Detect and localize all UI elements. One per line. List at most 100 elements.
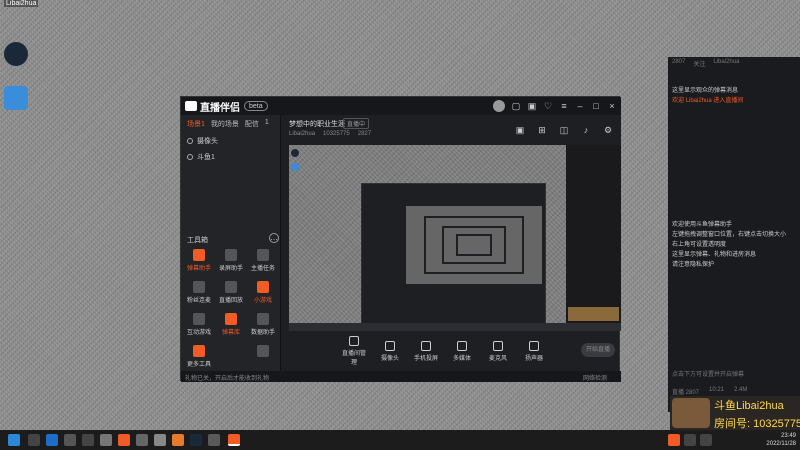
bell-icon[interactable]: ♪ <box>581 125 591 135</box>
tool-danmu[interactable]: 弹幕助手 <box>185 249 213 277</box>
game-icon <box>257 281 269 293</box>
tool-task[interactable]: 主播任务 <box>249 249 277 277</box>
control-label: 扬声器 <box>524 355 543 362</box>
user-avatar[interactable] <box>493 100 505 112</box>
scene-item[interactable]: 斗鱼1 <box>181 149 280 165</box>
tab-config[interactable]: 配信 <box>245 119 259 129</box>
tray-douyu-icon[interactable] <box>668 434 680 446</box>
app-icon[interactable] <box>208 434 220 446</box>
preview-steam-icon <box>291 149 299 157</box>
start-live-button[interactable]: 开始直播 <box>581 343 615 357</box>
app-logo-icon <box>185 101 197 111</box>
chat-message: 欢迎 Libai2hua 进入直播间 <box>672 98 744 104</box>
gift-icon[interactable]: ▣ <box>527 101 537 111</box>
tool-label: 小游戏 <box>253 298 272 304</box>
tool-data[interactable]: 数据助手 <box>249 313 277 341</box>
windows-start-icon[interactable] <box>8 434 20 446</box>
media-button[interactable]: 多媒体 <box>449 340 475 362</box>
microphone-icon <box>493 340 503 351</box>
menu-icon[interactable]: ≡ <box>559 101 569 111</box>
steam-taskbar-icon[interactable] <box>190 434 202 446</box>
visibility-icon[interactable] <box>187 138 193 144</box>
viewer-count: 2827 <box>357 131 372 137</box>
chat-viewers: 2807 <box>672 59 686 65</box>
danmu-icon <box>193 249 205 261</box>
tool-label: 直播回放 <box>218 298 243 304</box>
brand-name: 斗鱼Libai2hua <box>714 400 784 412</box>
tool-label: 更多工具 <box>186 362 211 368</box>
room-title[interactable]: 梦想中的职业生涯 <box>289 119 345 129</box>
tab-my-scenes[interactable]: 我的场景 <box>211 119 239 129</box>
minimize-icon[interactable]: – <box>575 101 585 111</box>
fish-avatar <box>672 398 710 428</box>
lock-icon[interactable]: ◫ <box>559 125 569 135</box>
nested-window-capture <box>361 183 546 325</box>
network-check[interactable]: 网络检测 <box>583 373 607 382</box>
control-label: 摄像头 <box>380 355 399 362</box>
chat-message: 左键拖拽调整窗口位置，右键点击切换大小 <box>672 232 787 238</box>
scene-item[interactable]: 摄像头 <box>181 133 280 149</box>
edge-icon[interactable] <box>46 434 58 446</box>
desktop-top-label: Libai2hua <box>4 0 39 7</box>
tray-icon[interactable] <box>684 434 696 446</box>
app-icon[interactable] <box>136 434 148 446</box>
capture-icon[interactable]: ▣ <box>515 125 525 135</box>
tool-more[interactable]: 更多工具 <box>185 345 213 373</box>
system-clock[interactable]: 23:49 2022/11/28 <box>766 432 796 448</box>
close-icon[interactable]: × <box>607 101 617 111</box>
store-icon[interactable] <box>64 434 76 446</box>
task-icon <box>257 249 269 261</box>
live-assistant-taskbar-icon[interactable] <box>228 434 240 446</box>
widgets-icon[interactable] <box>82 434 94 446</box>
phone-icon <box>421 340 431 351</box>
tool-label: 弹幕库 <box>221 330 240 336</box>
tool-label: 主播任务 <box>250 266 275 272</box>
bottom-controls: 直播间管理 摄像头 手机投屏 多媒体 麦克风 扬声器 开始直播 <box>281 331 621 371</box>
maximize-icon[interactable]: □ <box>591 101 601 111</box>
app-icon[interactable] <box>172 434 184 446</box>
camera-button[interactable]: 摄像头 <box>377 340 403 362</box>
settings-icon[interactable]: ⚙ <box>603 125 613 135</box>
tab-scene1[interactable]: 场景1 <box>187 119 205 129</box>
skin-icon[interactable]: ♡ <box>543 101 553 111</box>
mic-button[interactable]: 麦克风 <box>485 340 511 362</box>
brand-overlay: 斗鱼Libai2hua 房间号: 10325775 <box>670 396 800 430</box>
danmu-panel[interactable]: 2807 关注 Libai2hua 这里显示观众的弹幕消息 欢迎 Libai2h… <box>668 57 800 412</box>
tool-replay[interactable]: 直播回放 <box>217 281 245 309</box>
visibility-icon[interactable] <box>187 154 193 160</box>
tool-label: 录屏助手 <box>218 266 243 272</box>
scene-tabs: 场景1 我的场景 配信 1 <box>181 115 280 133</box>
phone-cast-button[interactable]: 手机投屏 <box>413 340 439 362</box>
chat-capture-strip <box>566 145 621 323</box>
room-manage-button[interactable]: 直播间管理 <box>341 336 367 366</box>
tray-icon[interactable] <box>700 434 712 446</box>
triangle-icon <box>257 345 269 357</box>
room-info-bar: 梦想中的职业生涯 直播中 Libai2hua 10325775 2827 ▣ ⊞… <box>281 115 621 145</box>
douyu-icon[interactable] <box>118 434 130 446</box>
app-icon[interactable] <box>154 434 166 446</box>
speaker-icon <box>529 340 539 351</box>
tool-link[interactable]: 粉丝连麦 <box>185 281 213 309</box>
version-pill: beta <box>244 101 268 111</box>
search-icon[interactable] <box>28 434 40 446</box>
tool-danmu-lib[interactable]: 弹幕库 <box>217 313 245 341</box>
room-manage-icon <box>349 336 359 346</box>
layout-icon[interactable]: ⊞ <box>537 125 547 135</box>
preview-taskbar <box>289 323 621 331</box>
chat-info: 2.4M <box>734 387 748 393</box>
steam-icon[interactable] <box>4 42 28 66</box>
control-label: 多媒体 <box>452 355 471 362</box>
tool-record[interactable]: 录屏助手 <box>217 249 245 277</box>
tool-interact[interactable]: 互动游戏 <box>185 313 213 341</box>
add-tool-button[interactable]: … <box>269 233 279 243</box>
speaker-button[interactable]: 扬声器 <box>521 340 547 362</box>
task-view-icon[interactable] <box>100 434 112 446</box>
brand-thumbnail <box>568 307 619 321</box>
app-logo-text: 直播伴侣 <box>200 102 240 114</box>
tool-extra[interactable] <box>249 345 277 373</box>
tool-game[interactable]: 小游戏 <box>249 281 277 309</box>
tool-label: 弹幕助手 <box>186 266 211 272</box>
computer-icon[interactable] <box>4 86 28 110</box>
message-icon[interactable]: ▢ <box>511 101 521 111</box>
record-icon <box>225 249 237 261</box>
